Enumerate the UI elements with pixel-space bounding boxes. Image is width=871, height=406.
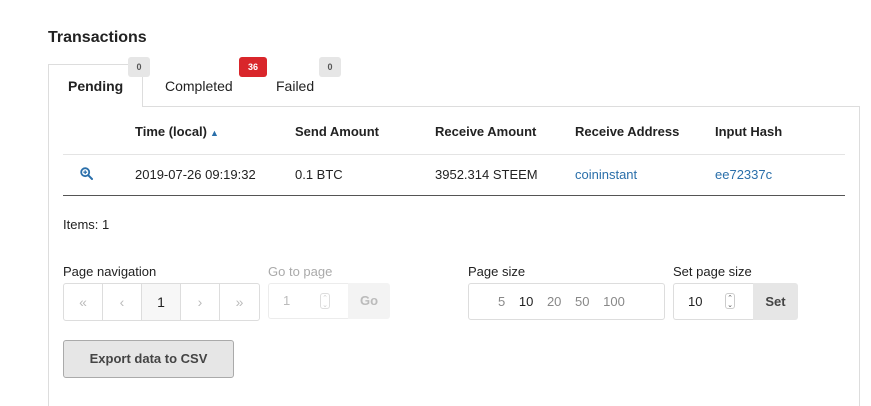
column-header-receive-amount[interactable]: Receive Amount — [435, 124, 536, 139]
next-page-button[interactable]: › — [181, 284, 220, 320]
go-to-page-spinner-icon[interactable]: ⌃ ⌄ — [320, 293, 330, 309]
tab-pending-badge: 0 — [128, 57, 150, 77]
column-header-time[interactable]: Time (local) ▲ — [135, 124, 219, 139]
last-page-button[interactable]: » — [220, 284, 259, 320]
page-size-selector: 5 10 20 50 100 — [468, 283, 665, 320]
page-size-option-5[interactable]: 5 — [498, 294, 505, 309]
go-to-page-input[interactable]: 1 — [268, 283, 348, 319]
column-header-input-hash[interactable]: Input Hash — [715, 124, 782, 139]
column-header-send-amount[interactable]: Send Amount — [295, 124, 379, 139]
cell-send-amount: 0.1 BTC — [295, 167, 343, 182]
page-size-label: Page size — [468, 264, 526, 279]
tab-failed-badge: 0 — [319, 57, 341, 77]
tab-completed[interactable]: Completed — [165, 78, 233, 94]
go-button[interactable]: Go — [348, 283, 390, 319]
export-csv-button[interactable]: Export data to CSV — [63, 340, 234, 378]
set-button[interactable]: Set — [753, 283, 798, 320]
tab-completed-badge: 36 — [239, 57, 267, 77]
pagination: « ‹ 1 › » — [63, 283, 260, 321]
cell-time: 2019-07-26 09:19:32 — [135, 167, 256, 182]
page-size-option-10[interactable]: 10 — [519, 294, 533, 309]
current-page-button[interactable]: 1 — [142, 284, 181, 320]
table-bottom-divider — [63, 195, 845, 196]
first-page-button[interactable]: « — [64, 284, 103, 320]
tab-pending-label[interactable]: Pending — [68, 78, 123, 94]
page-navigation-label: Page navigation — [63, 264, 157, 279]
prev-page-button[interactable]: ‹ — [103, 284, 142, 320]
column-header-time-label: Time (local) — [135, 124, 208, 139]
sort-up-icon[interactable]: ▲ — [210, 128, 219, 138]
set-page-size-input[interactable]: 10 — [673, 283, 753, 320]
header-divider — [63, 154, 845, 155]
cell-input-hash-link[interactable]: ee72337c — [715, 167, 772, 182]
page-size-option-100[interactable]: 100 — [603, 294, 625, 309]
set-page-size-spinner-icon[interactable]: ⌃ ⌄ — [725, 293, 735, 309]
items-count: Items: 1 — [63, 217, 110, 232]
go-to-page-label: Go to page — [268, 264, 333, 279]
page-size-option-20[interactable]: 20 — [547, 294, 561, 309]
cell-receive-address-link[interactable]: coininstant — [575, 167, 637, 182]
zoom-in-icon[interactable] — [80, 167, 93, 185]
tab-failed[interactable]: Failed — [276, 78, 314, 94]
page-size-option-50[interactable]: 50 — [575, 294, 589, 309]
section-title: Transactions — [48, 29, 147, 46]
column-header-receive-address[interactable]: Receive Address — [575, 124, 679, 139]
set-page-size-label: Set page size — [673, 264, 752, 279]
cell-receive-amount: 3952.314 STEEM — [435, 167, 538, 182]
